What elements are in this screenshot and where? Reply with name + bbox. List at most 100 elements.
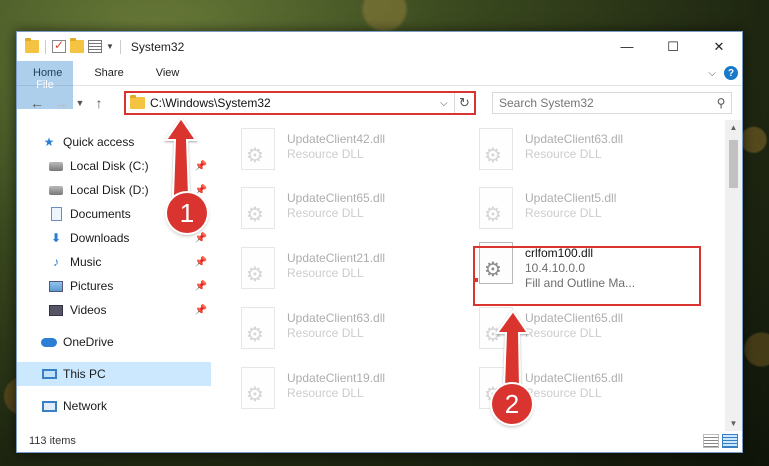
forward-arrow-icon[interactable]: →	[49, 95, 73, 111]
file-type: Resource DLL	[287, 266, 364, 280]
sidebar-item-pictures[interactable]: Pictures 📌	[17, 274, 211, 298]
sidebar-item-label: Network	[63, 399, 108, 413]
file-type: Resource DLL	[287, 147, 364, 161]
new-folder-icon[interactable]	[70, 38, 84, 53]
file-highlight-box	[473, 246, 701, 306]
network-icon	[41, 399, 57, 413]
file-name: UpdateClient63.dll	[525, 132, 624, 146]
file-type: Resource DLL	[525, 147, 602, 161]
dll-file-icon	[479, 187, 513, 229]
customize-icon[interactable]	[88, 40, 102, 53]
chevron-down-icon[interactable]: ▼	[106, 42, 114, 51]
file-name: UpdateClient65.dll	[525, 311, 624, 325]
sidebar-item-this-pc[interactable]: This PC	[17, 362, 211, 386]
sidebar-item-onedrive[interactable]: OneDrive	[17, 330, 211, 354]
file-name: UpdateClient19.dll	[287, 371, 386, 385]
scroll-up-icon[interactable]: ▲	[725, 123, 742, 132]
sidebar-item-label: Downloads	[70, 231, 130, 245]
chevron-down-icon[interactable]: ⌵	[440, 98, 454, 109]
properties-check-icon[interactable]	[52, 38, 66, 53]
file-type: Resource DLL	[287, 206, 364, 220]
sidebar-item-label: This PC	[63, 367, 106, 381]
music-icon: ♪	[53, 255, 59, 269]
dll-file-icon	[479, 307, 513, 349]
pin-icon[interactable]: 📌	[195, 161, 207, 172]
address-path[interactable]: C:\Windows\System32	[150, 96, 440, 110]
sidebar-item-label: Quick access	[63, 135, 135, 149]
sidebar-item-videos[interactable]: Videos 📌	[17, 298, 211, 322]
file-name: UpdateClient65.dll	[525, 371, 624, 385]
close-button[interactable]: ✕	[696, 32, 742, 61]
tab-share[interactable]: Share	[78, 61, 139, 85]
sidebar-item-music[interactable]: ♪ Music 📌	[17, 250, 211, 274]
file-type: Resource DLL	[525, 386, 602, 400]
sidebar-item-local-disk-c[interactable]: Local Disk (C:) 📌	[17, 154, 211, 178]
pin-icon[interactable]: 📌	[195, 305, 207, 316]
ribbon-controls: ⌵ ?	[708, 66, 738, 80]
pin-icon[interactable]: 📌	[195, 257, 207, 268]
sidebar-item-network[interactable]: Network	[17, 394, 211, 418]
divider	[119, 39, 121, 54]
pin-icon[interactable]: 📌	[195, 185, 207, 196]
refresh-icon[interactable]: ↻	[454, 93, 474, 113]
help-icon[interactable]: ?	[724, 66, 738, 80]
file-name: UpdateClient5.dll	[525, 191, 617, 205]
sidebar-item-label: Local Disk (D:)	[70, 183, 149, 197]
file-name: UpdateClient65.dll	[287, 191, 386, 205]
search-icon: ⚲	[716, 96, 726, 110]
expand-ribbon-icon[interactable]: ⌵	[708, 68, 716, 79]
file-item[interactable]: UpdateClient21.dllResource DLL	[235, 245, 455, 293]
pin-icon[interactable]: 📌	[195, 233, 207, 244]
sidebar-item-label: Pictures	[70, 279, 114, 293]
maximize-button[interactable]: ☐	[650, 32, 696, 61]
file-item[interactable]: UpdateClient65.dllResource DLL	[235, 185, 455, 233]
documents-icon	[48, 207, 64, 221]
sidebar-item-label: OneDrive	[63, 335, 114, 349]
file-item[interactable]: UpdateClient63.dllResource DLL	[473, 126, 693, 174]
file-type: Resource DLL	[525, 326, 602, 340]
sidebar-item-label: Music	[70, 255, 102, 269]
title-bar: ▼ System32 — ☐ ✕	[17, 32, 742, 61]
file-item[interactable]: UpdateClient63.dllResource DLL	[235, 305, 455, 353]
pin-icon[interactable]: 📌	[195, 281, 207, 292]
large-icons-view-icon[interactable]	[722, 434, 738, 448]
file-name: UpdateClient63.dll	[287, 311, 386, 325]
dll-file-icon	[241, 187, 275, 229]
search-input[interactable]	[499, 96, 711, 110]
dll-file-icon	[241, 367, 275, 409]
downloads-icon: ⬇	[50, 231, 62, 245]
dll-file-icon	[479, 128, 513, 170]
address-bar[interactable]: C:\Windows\System32 ⌵ ↻	[124, 91, 476, 115]
file-item[interactable]: UpdateClient19.dllResource DLL	[235, 365, 455, 413]
scrollbar-thumb[interactable]	[729, 140, 738, 188]
sidebar-item-quick-access[interactable]: ★ Quick access	[17, 130, 211, 154]
minimize-button[interactable]: —	[604, 32, 650, 61]
navigation-bar: ← → ▼ ↑ C:\Windows\System32 ⌵ ↻ ⚲	[17, 86, 742, 120]
file-item[interactable]: UpdateClient5.dllResource DLL	[473, 185, 693, 233]
view-switcher	[703, 434, 738, 448]
ribbon-tabs: File Home Share View ⌵ ?	[17, 61, 742, 109]
file-type: Resource DLL	[287, 326, 364, 340]
onedrive-icon	[41, 335, 57, 349]
tab-view[interactable]: View	[140, 61, 196, 85]
details-view-icon[interactable]	[703, 434, 719, 448]
scroll-down-icon[interactable]: ▼	[725, 419, 742, 428]
search-box[interactable]: ⚲	[492, 92, 732, 114]
file-item[interactable]: UpdateClient42.dllResource DLL	[235, 126, 455, 174]
item-count: 113 items	[29, 435, 76, 447]
folder-icon	[25, 38, 39, 53]
file-item[interactable]: UpdateClient65.dllResource DLL	[473, 305, 693, 353]
up-arrow-icon[interactable]: ↑	[87, 95, 111, 111]
file-explorer-window: ▼ System32 — ☐ ✕ File Home Share View ⌵ …	[16, 31, 743, 453]
this-pc-icon	[41, 367, 57, 381]
recent-locations-chevron-icon[interactable]: ▼	[73, 98, 87, 108]
disk-icon	[48, 183, 64, 197]
file-name: UpdateClient21.dll	[287, 251, 386, 265]
back-arrow-icon[interactable]: ←	[25, 95, 49, 111]
window-title: System32	[130, 39, 185, 54]
dll-file-icon	[241, 307, 275, 349]
file-type: Resource DLL	[525, 206, 602, 220]
divider	[45, 39, 46, 54]
window-controls: — ☐ ✕	[604, 32, 742, 61]
vertical-scrollbar[interactable]: ▲ ▼	[725, 120, 742, 431]
